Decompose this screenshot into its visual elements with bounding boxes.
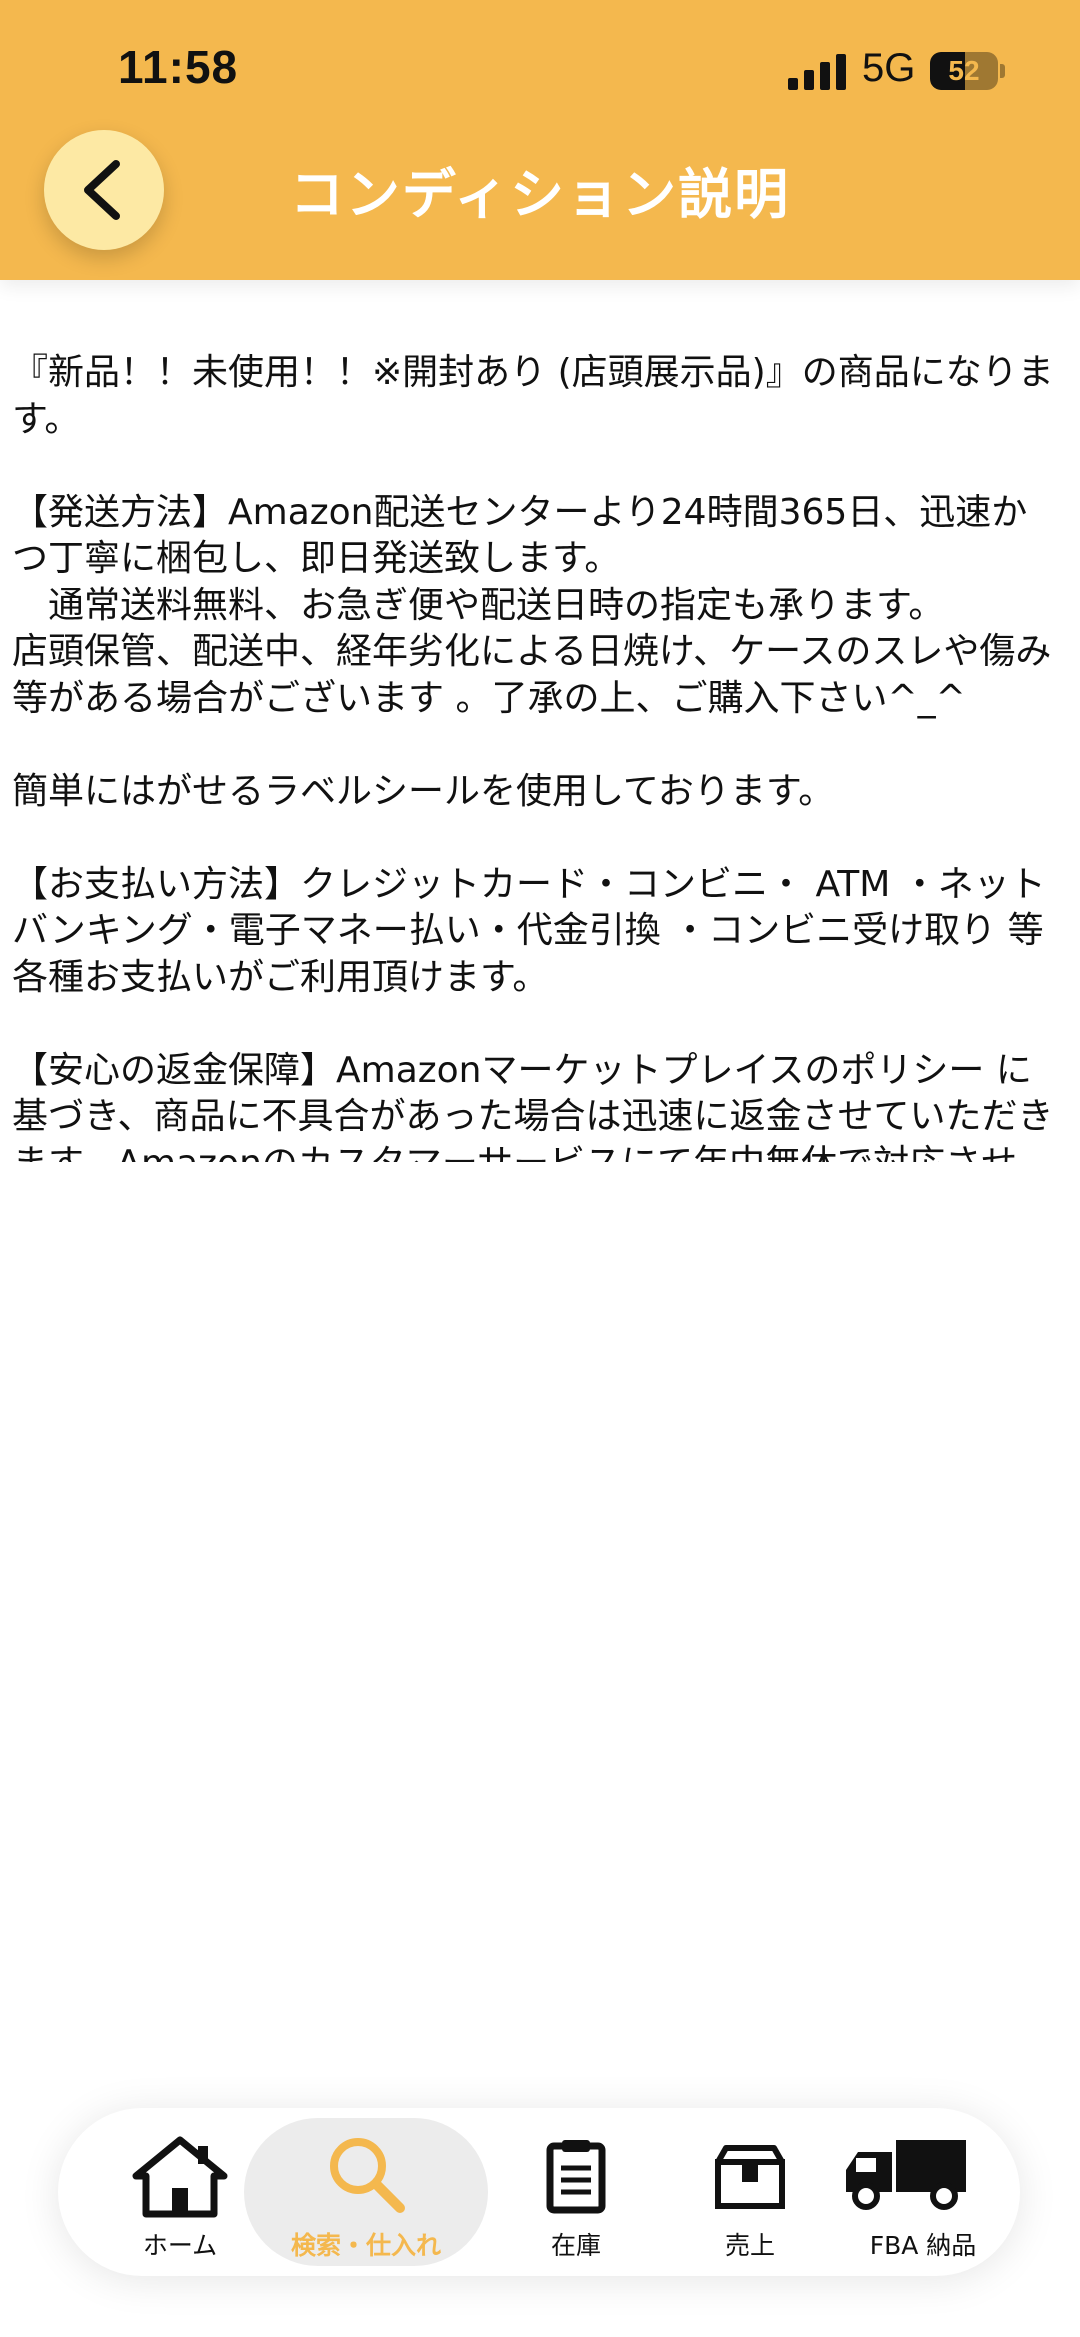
page-title: コンディション説明 <box>289 163 791 226</box>
home-icon <box>132 2136 228 2218</box>
paragraph-condition-note: 店頭保管、配送中、経年劣化による日焼け、ケースのスレや傷み等がある場合がございま… <box>12 631 1052 719</box>
tab-inventory[interactable]: 在庫 <box>504 2108 648 2276</box>
paragraph-shipping: 【発送方法】Amazon配送センターより24時間365日、迅速かつ丁寧に梱包し、… <box>12 491 1028 580</box>
tab-label-inventory: 在庫 <box>550 2231 601 2260</box>
tab-label-search: 検索・仕入れ <box>290 2231 441 2260</box>
cellular-signal-icon <box>788 54 846 90</box>
truck-icon <box>846 2140 966 2210</box>
tab-label-home: ホーム <box>142 2231 218 2260</box>
tab-home[interactable]: ホーム <box>108 2108 252 2276</box>
paragraph-intro: 『新品！！未使用！！※開封あり (店頭展示品)』の商品になります。 <box>12 352 1054 440</box>
battery-percent: 52 <box>948 55 980 86</box>
network-type: 5G <box>862 46 916 90</box>
tab-label-fba: FBA 納品 <box>869 2231 977 2260</box>
clipboard-icon <box>546 2140 606 2214</box>
header: 11:58 5G 52 コンディション説明 <box>0 0 1080 280</box>
battery-icon: 52 <box>930 52 1005 90</box>
box-icon <box>715 2145 785 2209</box>
tab-fba-shipment[interactable]: FBA 納品 <box>846 2108 998 2276</box>
paragraph-payment: 【お支払い方法】クレジットカード・コンビニ・ ATM ・ネットバンキング・電子マ… <box>12 863 1046 998</box>
paragraph-refund: 【安心の返金保障】Amazonマーケットプレイスのポリシー に基づき、商品に不具… <box>12 1049 1054 1163</box>
tab-search[interactable]: 検索・仕入れ <box>244 2108 488 2276</box>
paragraph-shipping-fee: 通常送料無料、お急ぎ便や配送日時の指定も承ります。 <box>12 584 945 626</box>
condition-description: 『新品！！未使用！！※開封あり (店頭展示品)』の商品になります。 【発送方法】… <box>12 350 1062 1162</box>
tab-label-sales: 売上 <box>724 2231 775 2260</box>
tab-sales[interactable]: 売上 <box>678 2108 822 2276</box>
search-icon <box>330 2138 405 2213</box>
tab-bar: ホーム 検索・仕入れ 在庫 売上 FBA 納品 <box>58 2108 1020 2276</box>
paragraph-label: 簡単にはがせるラベルシールを使用しております。 <box>12 770 835 812</box>
status-time: 11:58 <box>118 41 239 93</box>
